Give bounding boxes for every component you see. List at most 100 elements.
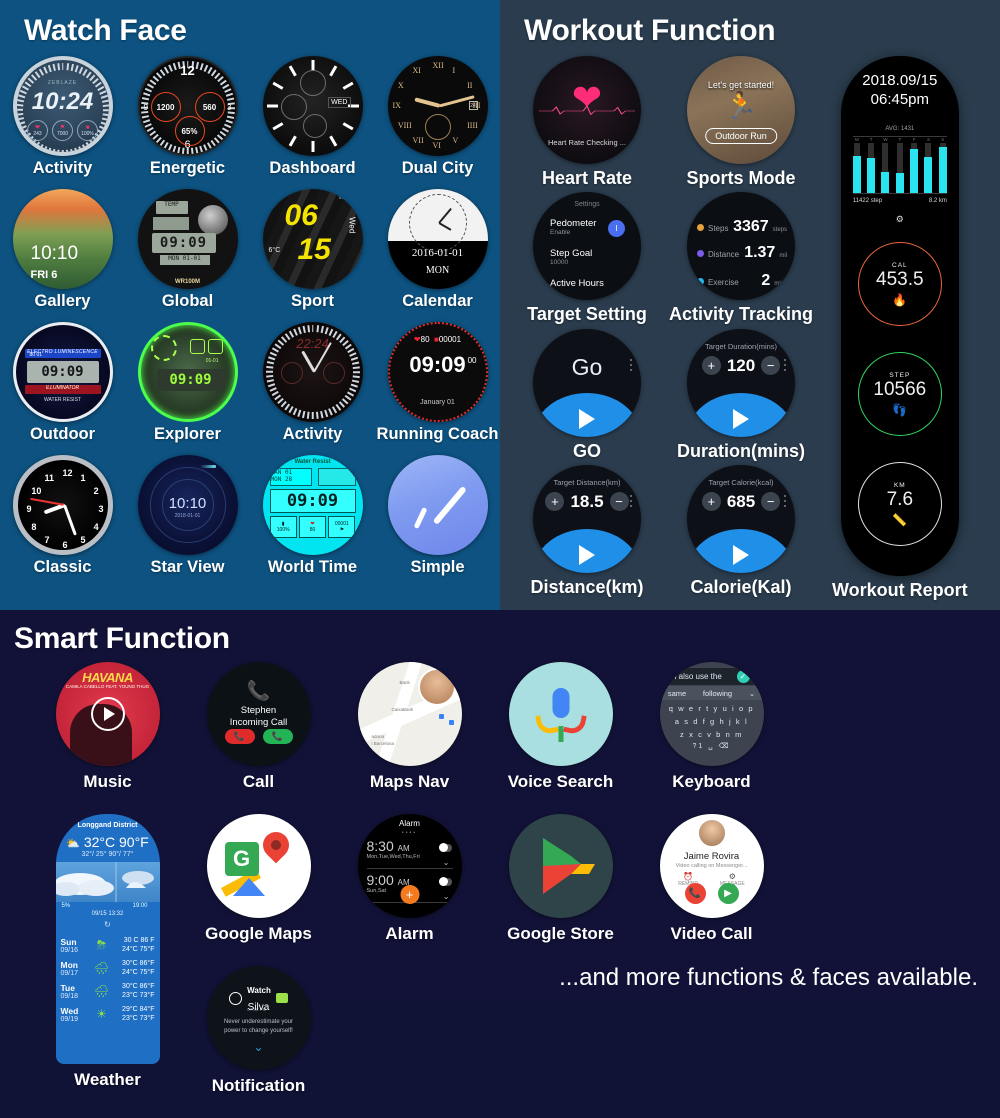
bar-value [924,157,933,193]
keyboard-row-4[interactable]: ?1 ␣ ⌫ [660,742,764,750]
smart-item-google-store[interactable]: Google Store [485,814,636,966]
watch-face-item-global[interactable]: TEMP 09:09 MON 01-01 WR100M Global [125,189,250,322]
screen-go: Go [533,328,641,437]
suggestion-2[interactable]: following [703,689,732,698]
smart-item-weather[interactable]: Longgand District ⛅ 32°C 90°F 32°/ 25° 9… [32,814,183,1118]
smart-item-notification[interactable]: Watch 07:36 PM Silva Never underestimate… [183,966,334,1118]
alarm-toggle-1[interactable] [438,843,452,852]
start-button[interactable] [533,528,641,573]
chevron-down-icon[interactable]: ⌄ [207,1040,311,1054]
setting-row-step-goal[interactable]: Step Goal 10000 [550,248,592,266]
suggestion-bar[interactable]: same following ⌄ [659,686,764,700]
start-button[interactable] [533,392,641,437]
chevron-down-icon[interactable]: ⌄ [443,892,450,901]
distance-stepper[interactable]: + 18.5 − [533,492,641,512]
tick-mark [324,327,328,335]
smart-item-maps-nav[interactable]: Bank CaixaBank adona i Barcelona Maps Na… [334,662,485,814]
watch-face-item-dual-city[interactable]: XII I II III IIII V VI VII VIII IX X XI 24 Dual Cit… [375,56,500,189]
forecast-temps: 30 C 86 F 24°C 75°F [122,937,155,954]
watch-face-item-star-view[interactable]: 10:10 2018-01-01 Star View [125,455,250,588]
tick-mark [47,147,51,152]
watch-face-item-activity-dark[interactable]: 22:24 Activity [250,322,375,455]
tick-mark [85,141,91,149]
tick-mark [315,411,319,419]
decrement-button[interactable]: − [761,356,781,375]
tick-mark [81,68,87,76]
tick-mark [269,387,277,392]
alarm-toggle-2[interactable] [438,877,452,886]
ring-value: 7.6 [886,488,914,510]
workout-item-sports-mode[interactable]: Let's get started! 🏃 Outdoor Run Sports … [664,56,818,189]
watch-face-item-energetic[interactable]: 12 6 9 3 1200 560 65% Energetic [125,56,250,189]
watch-face-label: Classic [33,558,92,576]
forecast-day: Sun 09/16 [60,936,79,954]
setting-row-active-hours[interactable]: Active Hours [550,278,604,289]
increment-button[interactable]: + [701,356,721,375]
chevron-down-icon[interactable]: ⌄ [443,858,450,867]
watch-face-item-calendar[interactable]: 2016-01-01 MON Calendar [375,189,500,322]
workout-item-duration[interactable]: Target Duration(mins) + 120 − Duration(m… [664,328,818,462]
watch-preview-dual-city: XII I II III IIII V VI VII VIII IX X XI 24 [387,56,488,156]
workout-item-report[interactable]: 2018.09/15 06:45pm AVG: 1431 M T W T F S S 114… [832,56,968,601]
bar-category-label: S [941,137,945,142]
watch-face-label: Activity [32,159,93,177]
weekday-label: Wed [347,217,357,234]
watch-face-item-running-coach[interactable]: ❤80 ■00001 09:09 00 January 01 Running C… [375,322,500,455]
keyboard-row-1[interactable]: q w e r t y u i o p [660,704,764,713]
smart-item-google-maps[interactable]: G Google Maps [183,814,334,966]
sport-mode-pill[interactable]: Outdoor Run [705,128,777,144]
watch-face-item-simple[interactable]: Simple [375,455,500,588]
watch-face-item-sport[interactable]: 91% 06 15 Wed 6°C Sport [250,189,375,322]
setting-row-pedometer[interactable]: Pedometer Enable [550,218,596,236]
calorie-stepper[interactable]: + 685 − [687,492,795,512]
keyboard-row-3[interactable]: z x c v b n m [660,730,764,739]
tick-mark [226,97,234,101]
chevron-down-icon[interactable]: ⌄ [749,689,755,698]
duration-stepper[interactable]: + 120 − [687,356,795,376]
watch-preview-energetic: 12 6 9 3 1200 560 65% [137,56,238,156]
decline-call-button[interactable]: 📞 [684,883,706,904]
decrement-button[interactable]: − [761,492,781,512]
pedometer-toggle[interactable]: I [608,220,625,238]
start-button[interactable] [687,392,795,437]
gear-icon[interactable]: ⚙ [841,214,959,225]
watch-face-item-gallery[interactable]: 10:10 FRI 6 Gallery [0,189,125,322]
workout-item-calorie[interactable]: Target Calorie(kcal) + 685 − Calorie(Kal… [664,464,818,598]
increment-button[interactable]: + [701,492,721,512]
world-map-graphic [317,468,356,486]
smart-item-keyboard[interactable]: an also use the ✓ same following ⌄ q w e… [636,662,787,814]
decrement-button[interactable]: − [609,492,629,512]
smart-item-voice-search[interactable]: Voice Search [485,662,636,814]
watch-face-item-outdoor[interactable]: ELECTRO LUMINESCENCE 80 01 09:09 ILLUMIN… [0,322,125,455]
accept-call-button[interactable]: ▶ [717,883,739,904]
increment-button[interactable]: + [545,492,565,512]
watch-face-item-classic[interactable]: 12 1 2 3 4 5 6 7 8 9 10 11 Classic [0,455,125,588]
workout-item-activity-tracking[interactable]: Steps 3367 steps Distance 1.37 mil Exerc… [664,192,818,325]
smart-item-call[interactable]: 📞 Stephen Incoming Call 📞 📞 Call [183,662,334,814]
bar-category-label: M [854,137,859,142]
workout-item-distance[interactable]: Target Distance(km) + 18.5 − Distance(km… [510,464,664,598]
play-button[interactable] [90,697,125,731]
roman-numeral: VIII [397,121,412,130]
watch-face-item-world-time[interactable]: Water Resist JAN 01 MON 28 09:09 ▮ 100% ❤… [250,455,375,588]
decline-call-button[interactable]: 📞 [224,729,255,744]
keyboard-row-2[interactable]: a s d f g h j k l [660,717,764,726]
workout-item-go[interactable]: Go GO [510,328,664,462]
start-button[interactable] [687,528,795,573]
suggestion-1[interactable]: same [668,689,686,698]
watch-face-item-explorer[interactable]: 01-01 09:09 Explorer [125,322,250,455]
workout-item-heart-rate[interactable]: ❤ Heart Rate Checking ... Heart Rate [510,56,664,189]
smart-item-music[interactable]: HAVANA CAMILA CABELLO FEAT. YOUNG THUG M… [32,662,183,814]
workout-item-target-setting[interactable]: Settings Pedometer Enable I Step Goal 10… [510,192,664,325]
watch-face-item-activity[interactable]: ZEBLAZE 10:24 ❤ 243 ⚑ 7000 ■ 100% Activity [0,56,125,189]
refresh-icon[interactable]: ↻ [56,920,160,929]
roman-numeral: X [397,81,404,90]
add-alarm-button[interactable]: + [400,885,419,904]
smart-item-alarm[interactable]: Alarm •••• 8:30 AM Mon,Tue,Wed,Thu,Fri ⌄… [334,814,485,966]
tick-mark [221,83,229,89]
accept-call-button[interactable]: 📞 [262,729,293,744]
smart-item-video-call[interactable]: Jaime Rovira Video calling on Messenger.… [636,814,787,966]
watch-face-item-dashboard[interactable]: WED Dashboard [250,56,375,189]
confirm-icon[interactable]: ✓ [736,670,750,683]
smart-label: Keyboard [672,772,751,791]
